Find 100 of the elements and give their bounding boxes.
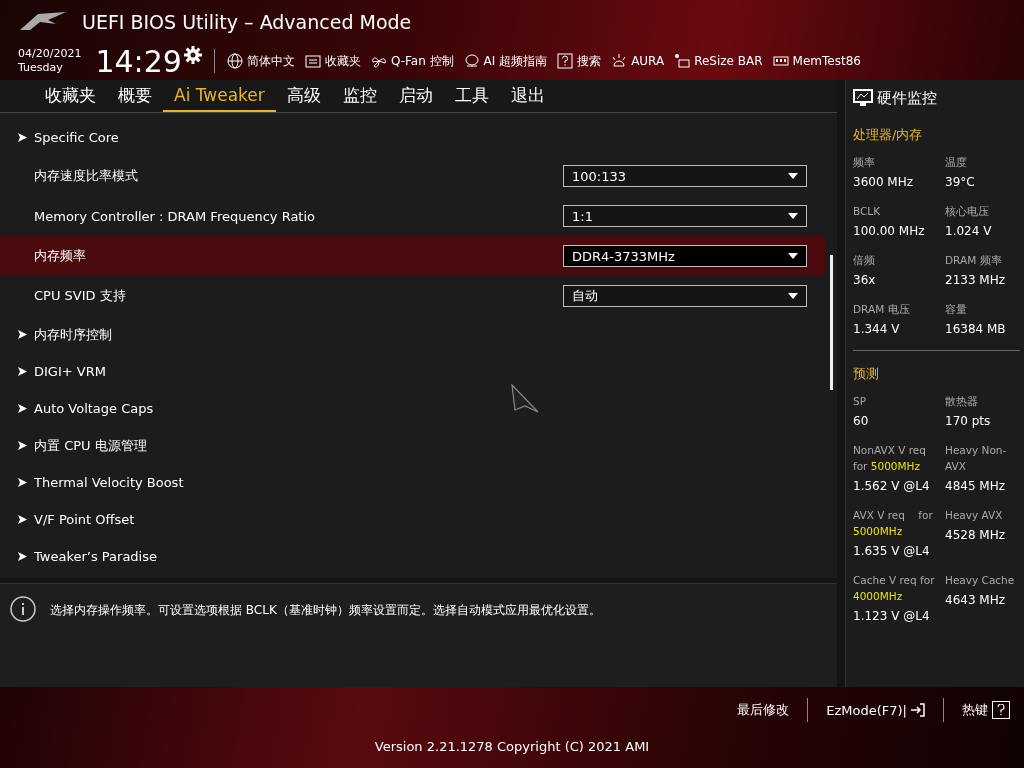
submenu-row[interactable]: Specific Core: [0, 119, 825, 156]
footer-link[interactable]: EzMode(F7)|: [826, 702, 925, 718]
toolbar-button[interactable]: Q-Fan 控制: [370, 52, 454, 70]
metric-value: 4528 MHz: [945, 528, 1007, 542]
date-text: 04/20/2021: [18, 47, 82, 61]
metric-label: Heavy AVX: [945, 508, 1004, 523]
section-title: 处理器/内存: [853, 126, 924, 144]
settings-icon[interactable]: [183, 46, 202, 64]
window-title: UEFI BIOS Utility – Advanced Mode: [82, 11, 412, 33]
setting-row[interactable]: CPU SVID 支持 自动: [0, 276, 825, 316]
metric-label: Cache V req for 4000MHz: [853, 573, 936, 604]
toolbar-button[interactable]: 简体中文: [226, 52, 295, 70]
setting-label: Memory Controller : DRAM Frequency Ratio: [34, 208, 317, 224]
metric-label: Heavy Non-AVX: [945, 443, 1008, 474]
menu-tab[interactable]: 高级: [275, 80, 332, 112]
dropdown-field[interactable]: 100:133: [563, 165, 807, 187]
exit-icon: [911, 702, 925, 718]
arrow-icon: [18, 552, 27, 561]
toolbar-button[interactable]: 收藏夹: [304, 52, 361, 70]
metric-value: 60: [853, 414, 870, 428]
submenu-row[interactable]: 内置 CPU 电源管理: [0, 427, 825, 464]
memory-icon: [772, 53, 789, 69]
arrow-icon: [18, 367, 27, 376]
metric-label: 容量: [945, 302, 968, 317]
setting-label: 内存频率: [34, 247, 87, 265]
dropdown-field[interactable]: 1:1: [563, 205, 807, 227]
submenu-row[interactable]: Tweaker’s Paradise: [0, 538, 825, 575]
arrow-icon: [18, 478, 27, 487]
metric-value: 1.562 V @L4: [853, 479, 931, 493]
metric-label: 倍频: [853, 253, 876, 268]
metric-label: 散热器: [945, 394, 979, 409]
version-text: Version 2.21.1278 Copyright (C) 2021 AMI: [374, 739, 650, 754]
toolbar-button[interactable]: AURA: [611, 53, 665, 69]
setting-row[interactable]: 内存频率 DDR4-3733MHz: [0, 236, 825, 276]
menu-tab[interactable]: 概要: [107, 80, 163, 112]
footer-link[interactable]: 热键: [962, 701, 1010, 719]
metric-value: 1.344 V: [853, 322, 901, 336]
menu-tab[interactable]: 监控: [331, 80, 388, 112]
submenu-row[interactable]: V/F Point Offset: [0, 501, 825, 538]
metric-value: 36x: [853, 273, 877, 287]
weekday-text: Tuesday: [18, 61, 64, 75]
metric-label: NonAVX V req for 5000MHz: [853, 443, 927, 474]
setting-label: 内存速度比率模式: [34, 167, 139, 185]
metric-value: 100.00 MHz: [853, 224, 926, 238]
toolbar-button[interactable]: AI 超频指南: [463, 52, 548, 70]
metric-label: AVX V req for 5000MHz: [853, 508, 934, 539]
toolbar-button[interactable]: 搜索: [557, 52, 602, 70]
caret-icon: [788, 253, 798, 259]
metric-value: 1.123 V @L4: [853, 609, 931, 623]
metric-label: 频率: [853, 155, 876, 170]
metric-label: 温度: [945, 155, 968, 170]
arrow-icon: [18, 441, 27, 450]
folder-icon: [304, 53, 321, 69]
help-icon: [557, 53, 574, 69]
cursor-icon: [511, 384, 539, 414]
submenu-row[interactable]: Auto Voltage Caps: [0, 390, 825, 427]
metric-label: 核心电压: [945, 204, 990, 219]
chip-icon: [463, 53, 480, 69]
menu-tab[interactable]: 工具: [443, 80, 500, 112]
toolbar-button[interactable]: MemTest86: [772, 53, 861, 69]
arrow-icon: [18, 515, 27, 524]
setting-row[interactable]: 内存速度比率模式 100:133: [0, 156, 825, 196]
setting-label: Tweaker’s Paradise: [34, 549, 158, 564]
clock-time: 14:29: [95, 43, 182, 79]
arrow-icon: [18, 404, 27, 413]
panel-title: 硬件监控: [877, 88, 937, 108]
menu-tab[interactable]: 收藏夹: [34, 80, 107, 112]
submenu-row[interactable]: DIGI+ VRM: [0, 353, 825, 390]
caret-icon: [788, 293, 798, 299]
menu-tab[interactable]: 启动: [387, 80, 444, 112]
dropdown-field[interactable]: 自动: [563, 285, 807, 307]
metric-label: DRAM 频率: [945, 253, 1003, 268]
card-icon: [674, 53, 691, 69]
help-text: 选择内存操作频率。可设置选项根据 BCLK（基准时钟）频率设置而定。选择自动模式应用最优化设置。: [50, 602, 601, 619]
metric-value: 1.635 V @L4: [853, 544, 931, 558]
footer-link[interactable]: 最后修改: [737, 701, 790, 719]
lamp-icon: [611, 53, 628, 69]
metric-value: 3600 MHz: [853, 175, 915, 189]
metric-value: 1.024 V: [945, 224, 993, 238]
globe-icon: [226, 53, 243, 69]
monitor-icon: [853, 89, 873, 107]
arrow-icon: [18, 133, 27, 142]
setting-label: V/F Point Offset: [34, 512, 136, 527]
setting-label: Specific Core: [34, 130, 120, 145]
metric-label: Heavy Cache: [945, 573, 1016, 588]
arrow-icon: [18, 330, 27, 339]
dropdown-field[interactable]: DDR4-3733MHz: [563, 245, 807, 267]
submenu-row[interactable]: 内存时序控制: [0, 316, 825, 353]
metric-label: BCLK: [853, 204, 882, 219]
setting-label: 内置 CPU 电源管理: [34, 436, 148, 455]
submenu-row[interactable]: Thermal Velocity Boost: [0, 464, 825, 501]
toolbar-button[interactable]: ReSize BAR: [674, 53, 763, 69]
metric-value: 170 pts: [945, 414, 992, 428]
scrollbar-thumb[interactable]: [829, 255, 833, 390]
setting-label: 内存时序控制: [34, 325, 113, 344]
caret-icon: [788, 213, 798, 219]
help-icon: [992, 701, 1010, 719]
setting-row[interactable]: Memory Controller : DRAM Frequency Ratio 1:1: [0, 196, 825, 236]
menu-tab[interactable]: 退出: [499, 80, 556, 112]
setting-label: Thermal Velocity Boost: [34, 475, 185, 490]
